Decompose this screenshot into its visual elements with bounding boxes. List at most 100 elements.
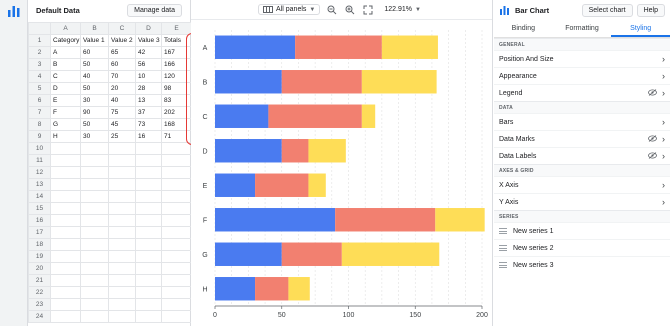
row-header[interactable]: 13 [28,178,51,191]
cell[interactable] [80,226,109,239]
cell[interactable] [135,142,162,155]
tab-binding[interactable]: Binding [494,20,553,37]
cell[interactable]: A [50,46,81,59]
settings-item[interactable]: Legend › [494,84,670,101]
visibility-off-icon[interactable] [648,151,658,161]
cell[interactable]: 167 [161,46,192,59]
row-header[interactable]: 1 [28,34,51,47]
row-header[interactable]: 8 [28,118,51,131]
cell[interactable] [108,190,136,203]
cell[interactable]: C [50,70,81,83]
cell[interactable]: 50 [80,118,109,131]
row-header[interactable]: 24 [28,310,51,323]
cell[interactable]: 73 [135,118,162,131]
cell[interactable]: G [50,118,81,131]
cell[interactable] [108,226,136,239]
bar-segment[interactable] [281,139,309,163]
bar-segment[interactable] [255,277,289,301]
row-header[interactable]: 5 [28,82,51,95]
settings-item[interactable]: Data Marks › [494,130,670,147]
cell[interactable] [108,250,136,263]
select-chart-button[interactable]: Select chart [581,3,633,17]
column-header[interactable]: A [50,22,81,35]
chart-app-icon[interactable] [6,4,22,18]
settings-item[interactable]: Data Labels › [494,147,670,164]
cell[interactable]: 13 [135,94,162,107]
cell[interactable] [80,274,109,287]
tab-formatting[interactable]: Formatting [553,20,612,37]
cell[interactable] [108,166,136,179]
cell[interactable] [161,262,192,275]
settings-item[interactable]: Position And Size › [494,50,670,67]
cell[interactable] [80,190,109,203]
row-header[interactable]: 6 [28,94,51,107]
cell[interactable]: Value 1 [80,34,109,47]
cell[interactable] [50,262,81,275]
cell[interactable]: 166 [161,58,192,71]
cell[interactable] [161,310,192,323]
cell[interactable] [135,310,162,323]
row-header[interactable]: 18 [28,238,51,251]
cell[interactable] [161,154,192,167]
manage-data-button[interactable]: Manage data [127,3,182,17]
cell[interactable] [50,298,81,311]
row-header[interactable]: 4 [28,70,51,83]
cell[interactable] [50,190,81,203]
cell[interactable] [135,250,162,263]
bar-segment[interactable] [281,242,342,266]
row-header[interactable]: 17 [28,226,51,239]
tab-styling[interactable]: Styling [611,20,670,37]
cell[interactable]: 30 [80,94,109,107]
cell[interactable] [135,166,162,179]
cell[interactable] [108,142,136,155]
cell[interactable] [161,166,192,179]
row-header[interactable]: 9 [28,130,51,143]
column-header[interactable]: C [108,22,136,35]
cell[interactable] [80,310,109,323]
cell[interactable] [161,202,192,215]
cell[interactable] [108,286,136,299]
row-header[interactable]: 3 [28,58,51,71]
bar-segment[interactable] [341,242,440,266]
cell[interactable]: 71 [161,130,192,143]
column-header[interactable]: D [135,22,162,35]
cell[interactable] [80,166,109,179]
cell[interactable]: B [50,58,81,71]
bar-segment[interactable] [308,173,326,197]
bar-segment[interactable] [215,70,282,94]
cell[interactable] [135,190,162,203]
cell[interactable] [50,154,81,167]
settings-item[interactable]: Y Axis › [494,193,670,210]
cell[interactable]: Value 3 [135,34,162,47]
column-header[interactable]: B [80,22,109,35]
cell[interactable] [80,214,109,227]
cell[interactable]: 56 [135,58,162,71]
cell[interactable] [108,274,136,287]
drag-handle-icon[interactable] [499,261,507,270]
visibility-off-icon[interactable] [648,134,658,144]
cell[interactable] [50,226,81,239]
cell[interactable] [50,274,81,287]
cell[interactable]: 70 [108,70,136,83]
cell[interactable] [161,142,192,155]
cell[interactable]: D [50,82,81,95]
cell[interactable]: 45 [108,118,136,131]
help-button[interactable]: Help [636,3,665,17]
cell[interactable] [80,154,109,167]
cell[interactable] [161,238,192,251]
cell[interactable] [50,202,81,215]
cell[interactable] [80,250,109,263]
zoom-select[interactable]: 122.91% ▼ [380,5,425,14]
row-header[interactable]: 10 [28,142,51,155]
cell[interactable] [108,310,136,323]
bar-segment[interactable] [381,35,438,59]
cell[interactable] [108,178,136,191]
row-header[interactable]: 21 [28,274,51,287]
bar-segment[interactable] [268,104,362,128]
cell[interactable]: 42 [135,46,162,59]
cell[interactable]: 75 [108,106,136,119]
cell[interactable] [161,190,192,203]
drag-handle-icon[interactable] [499,227,507,236]
row-header[interactable]: 14 [28,190,51,203]
settings-item[interactable]: New series 1 [494,222,670,239]
